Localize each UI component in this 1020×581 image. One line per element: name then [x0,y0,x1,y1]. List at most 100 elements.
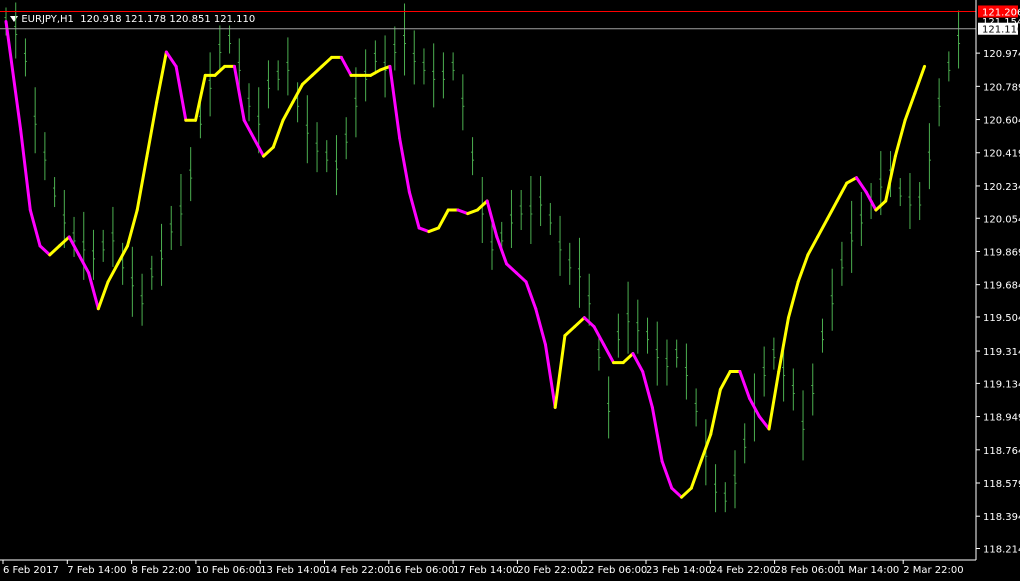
price-bar [23,38,27,77]
indicator-segment [650,405,664,463]
y-tick-label: 119.314 [983,347,1020,358]
indicator-segment [524,280,538,311]
indicator-segment [680,486,693,499]
price-bar [451,52,455,81]
price-bar [908,173,912,230]
price-bar [305,95,309,164]
x-tick-label: 8 Feb 22:00 [132,565,191,576]
indicator-segment [816,217,829,239]
price-bar [33,87,37,154]
x-tick-label: 2 Mar 22:00 [903,565,963,576]
price-bar [14,2,18,59]
price-bar [646,317,650,354]
y-tick-label: 120.789 [983,82,1020,93]
indicator-segment [534,307,547,347]
price-bar [208,52,212,117]
price-bar [130,246,134,317]
indicator-segment [718,370,732,391]
price-bar [82,211,86,280]
indicator-segment [271,118,285,149]
x-tick-label: 10 Feb 06:00 [196,565,262,576]
y-tick-label: 119.504 [983,313,1020,324]
price-bar [927,123,931,190]
indicator-segment [835,181,849,203]
y-tick-label: 118.764 [983,446,1020,457]
price-bar [898,178,902,207]
price-bar [490,221,494,270]
price-bars [4,2,961,513]
indicator-segment [738,370,752,400]
indicator-segment [388,64,402,140]
price-bar [247,83,251,122]
price-bar [616,313,620,358]
price-bar [597,336,601,371]
indicator-segment [631,352,645,374]
price-bar [403,3,407,76]
price-bar [684,343,688,400]
price-bar [811,363,815,416]
indicator-segment [242,118,256,140]
x-tick-label: 24 Feb 22:00 [710,565,776,576]
x-tick-label: 17 Feb 14:00 [453,565,519,576]
indicator-segment [543,343,557,409]
indicator-segment [417,226,431,234]
indicator-segment [825,199,839,221]
indicator-segment [903,91,917,122]
price-bar [714,464,718,513]
price-bar [665,339,669,386]
indicator-segment [709,387,722,436]
price-bar [830,268,834,331]
price-bar [850,200,854,273]
indicator-segment [174,64,188,122]
indicator-segment [96,280,110,311]
price-bar [509,189,513,248]
indicator-segment [145,100,159,158]
price-bar [772,337,776,370]
y-tick-label: 118.949 [983,413,1020,424]
indicator-segment [378,64,392,72]
y-tick-label: 118.394 [983,512,1020,523]
indicator-segment [135,154,149,212]
indicator-segment [48,244,61,257]
indicator-segment [407,190,421,230]
price-bar [169,205,173,250]
price-bar [947,51,951,82]
y-tick-label: 120.419 [983,149,1020,160]
y-tick-label: 119.869 [983,247,1020,258]
indicator-segment [757,414,771,431]
price-bar [315,122,319,173]
trend-indicator [4,20,927,499]
indicator-segment [28,208,42,248]
price-bar [733,450,737,509]
indicator-segment [845,176,858,185]
price-bar [91,229,95,280]
indicator-segment [437,208,450,230]
price-bar [820,318,824,353]
indicator-segment [553,334,567,409]
indicator-segment [4,20,23,131]
price-bar [121,242,125,285]
price-bar [354,67,358,138]
price-bar [286,37,290,96]
indicator-segment [456,208,470,216]
price-chart[interactable]: 120.974 120.789 120.604 120.419 120.234 120.0… [0,0,1020,581]
x-tick-label: 22 Feb 06:00 [582,565,648,576]
indicator-segment [767,370,781,431]
price-bar [441,52,445,99]
indicator-segment [427,226,441,234]
indicator-segment [573,316,586,329]
y-tick-label: 120.974 [983,49,1020,60]
price-bar [840,241,844,286]
indicator-segment [262,145,275,158]
price-bar [276,60,280,91]
x-axis-ticks: 6 Feb 2017 7 Feb 14:00 8 Feb 22:00 10 Feb 0… [2,560,964,576]
price-bar [179,174,183,246]
price-bar [140,273,144,326]
price-bar [160,223,164,286]
price-bar [539,176,543,227]
indicator-segment [796,253,810,284]
high-price-tag: 121.206 [978,5,1020,18]
price-bar [723,482,727,513]
current-price-tag-label: 121.110 [982,25,1020,36]
indicator-segment [19,127,32,212]
